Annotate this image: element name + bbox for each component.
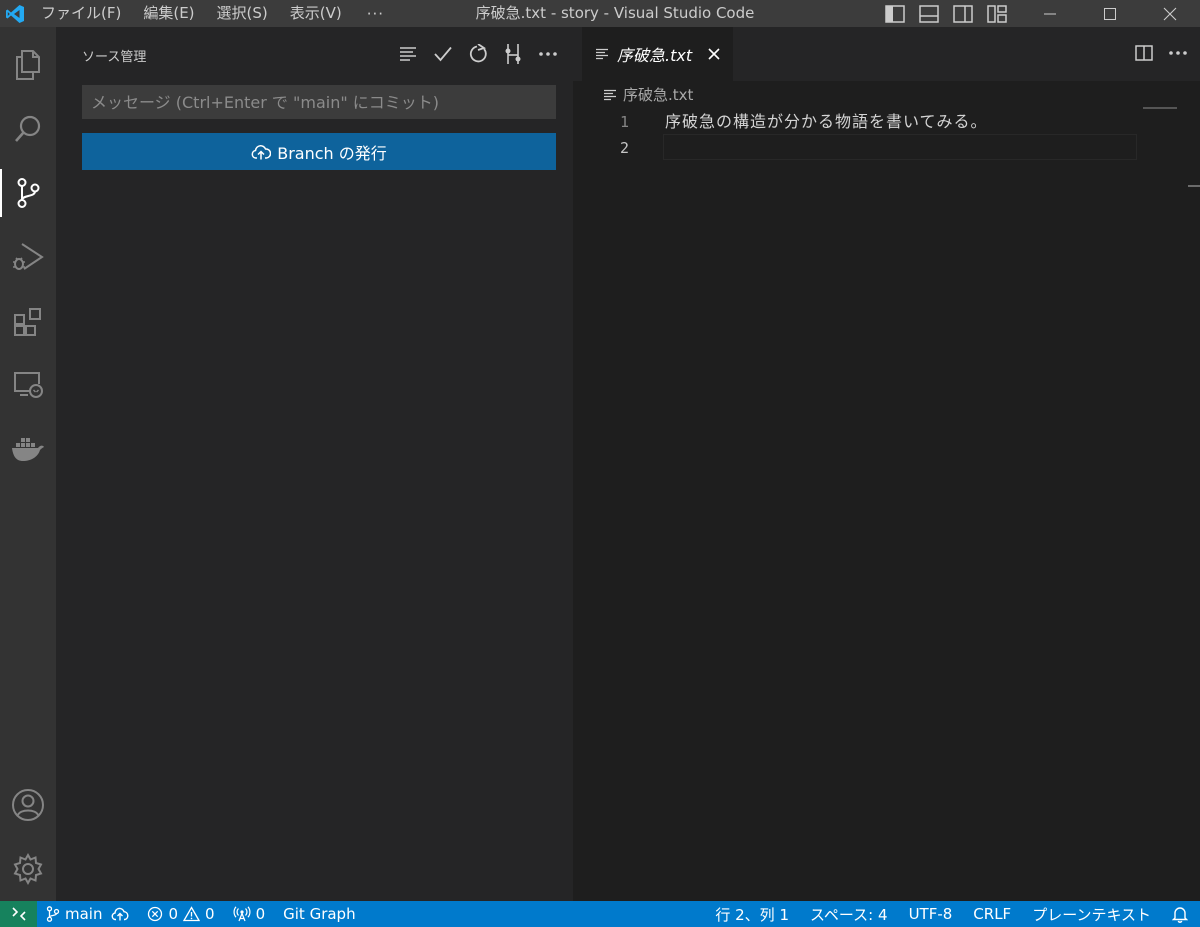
maximize-icon[interactable] (1080, 0, 1140, 27)
vertical-scrollbar[interactable] (1186, 81, 1200, 901)
close-icon[interactable] (706, 46, 722, 62)
menu-bar: ファイル(F) 編集(E) 選択(S) 表示(V) ··· (30, 0, 398, 27)
indentation[interactable]: スペース: 4 (810, 904, 888, 925)
toggle-secondary-sidebar-icon[interactable] (952, 3, 974, 25)
error-icon (147, 906, 163, 922)
editor-actions (1134, 43, 1188, 63)
branch-name: main (65, 905, 103, 923)
broadcast-icon (233, 906, 251, 922)
sidebar-title: ソース管理 (82, 50, 147, 65)
text-file-icon (595, 48, 609, 60)
breadcrumb-file: 序破急.txt (623, 86, 694, 104)
activity-bar (0, 27, 56, 901)
accounts-icon[interactable] (0, 777, 56, 833)
menu-selection[interactable]: 選択(S) (206, 0, 279, 27)
menu-view[interactable]: 表示(V) (279, 0, 353, 27)
ports-status[interactable]: 0 (233, 905, 266, 923)
search-icon[interactable] (0, 101, 56, 157)
minimap[interactable] (1143, 107, 1177, 109)
git-graph-icon[interactable] (502, 43, 524, 65)
remote-indicator-icon[interactable] (0, 901, 37, 927)
menu-file[interactable]: ファイル(F) (30, 0, 132, 27)
warning-icon (183, 906, 201, 922)
warning-count: 0 (205, 905, 215, 923)
scrollbar-cursor-marker (1188, 185, 1200, 187)
editor-line[interactable]: 1 序破急の構造が分かる物語を書いてみる。 (573, 109, 1138, 135)
commit-message-input[interactable] (82, 85, 556, 119)
editor-group: 序破急.txt 序破急.txt 1 序破急の構造が分かる物語を書いてみる。 2 (573, 27, 1200, 901)
tab-label: 序破急.txt (617, 46, 693, 65)
problems-status[interactable]: 0 0 (147, 905, 215, 923)
docker-icon[interactable] (0, 421, 56, 477)
tab-file[interactable]: 序破急.txt (582, 27, 733, 81)
notifications-bell-icon[interactable] (1172, 905, 1188, 923)
publish-branch-label: Branch の発行 (277, 143, 387, 163)
sidebar-actions (397, 43, 559, 65)
breadcrumb-file-icon (603, 89, 617, 101)
toggle-panel-icon[interactable] (918, 3, 940, 25)
title-bar: ファイル(F) 編集(E) 選択(S) 表示(V) ··· 序破急.txt - … (0, 0, 1200, 27)
line-number: 1 (619, 113, 629, 131)
toggle-primary-sidebar-icon[interactable] (884, 3, 906, 25)
remote-explorer-icon[interactable] (0, 357, 56, 413)
error-count: 0 (168, 905, 179, 923)
status-left: main 0 0 0 Git Graph (46, 901, 356, 927)
ports-count: 0 (255, 905, 266, 923)
sidebar-header: ソース管理 (56, 27, 573, 81)
cursor-position[interactable]: 行 2、列 1 (715, 904, 789, 925)
customize-layout-icon[interactable] (986, 3, 1008, 25)
status-right: 行 2、列 1 スペース: 4 UTF-8 CRLF プレーンテキスト (715, 901, 1188, 927)
branch-status[interactable]: main (46, 905, 129, 923)
layout-controls (884, 0, 1008, 27)
publish-cloud-icon[interactable] (111, 907, 129, 921)
encoding[interactable]: UTF-8 (909, 905, 953, 923)
settings-gear-icon[interactable] (0, 841, 56, 897)
git-graph-status[interactable]: Git Graph (283, 905, 355, 923)
explorer-icon[interactable] (0, 37, 56, 93)
cloud-upload-icon (251, 144, 272, 160)
vscode-logo-icon (0, 0, 30, 27)
split-editor-icon[interactable] (1134, 43, 1154, 63)
status-bar: main 0 0 0 Git Graph 行 2、列 1 スペース: 4 UTF… (0, 901, 1200, 927)
tab-bar: 序破急.txt (573, 27, 1200, 81)
view-as-list-icon[interactable] (397, 43, 419, 65)
source-control-sidebar: ソース管理 Branch の発行 (56, 27, 573, 901)
window-controls (1020, 0, 1200, 27)
line-number: 2 (619, 139, 629, 157)
more-actions-icon[interactable] (537, 43, 559, 65)
refresh-icon[interactable] (467, 43, 489, 65)
end-of-line[interactable]: CRLF (973, 905, 1011, 923)
extensions-icon[interactable] (0, 293, 56, 349)
editor-more-actions-icon[interactable] (1168, 43, 1188, 63)
line-text: 序破急の構造が分かる物語を書いてみる。 (665, 112, 988, 131)
close-window-icon[interactable] (1140, 0, 1200, 27)
breadcrumb[interactable]: 序破急.txt (603, 84, 693, 105)
commit-check-icon[interactable] (432, 43, 454, 65)
run-and-debug-icon[interactable] (0, 229, 56, 285)
menu-edit[interactable]: 編集(E) (132, 0, 205, 27)
minimize-icon[interactable] (1020, 0, 1080, 27)
language-mode[interactable]: プレーンテキスト (1032, 904, 1151, 925)
branch-icon (46, 906, 60, 922)
publish-branch-button[interactable]: Branch の発行 (82, 133, 556, 170)
source-control-icon[interactable] (0, 165, 56, 221)
editor-line[interactable]: 2 (573, 135, 1138, 161)
window-title: 序破急.txt - story - Visual Studio Code (475, 4, 755, 22)
